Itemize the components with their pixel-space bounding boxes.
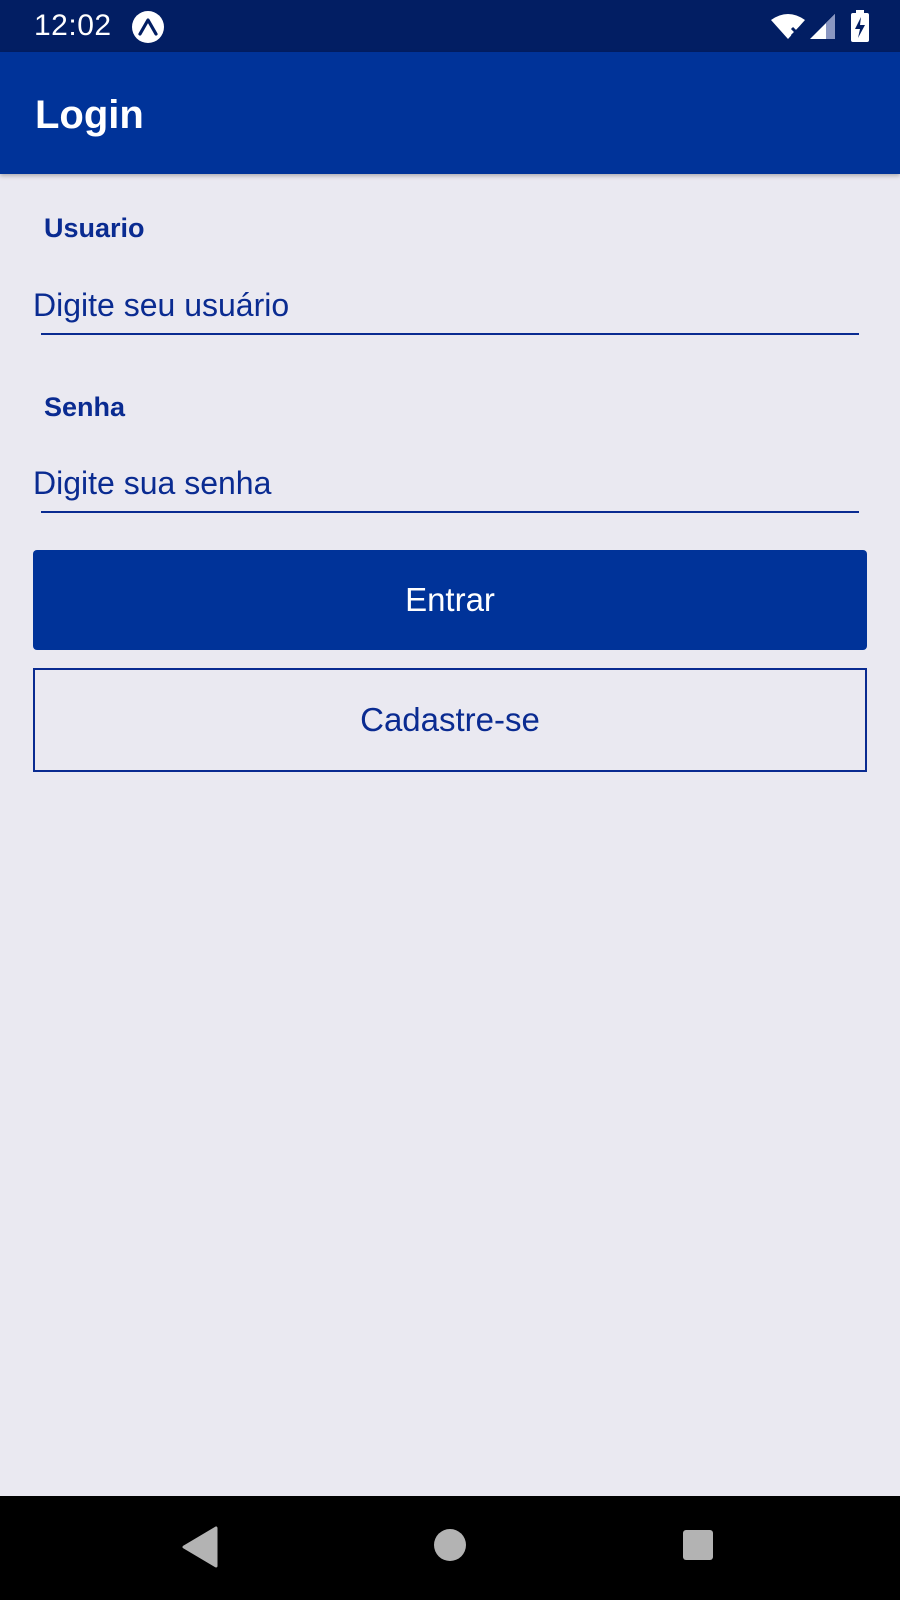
signup-button[interactable]: Cadastre-se: [33, 668, 867, 772]
page-title: Login: [35, 93, 144, 137]
recent-apps-icon[interactable]: [682, 1529, 714, 1561]
home-icon[interactable]: [433, 1528, 467, 1562]
login-button[interactable]: Entrar: [33, 550, 867, 650]
expo-icon: [132, 11, 164, 43]
password-input[interactable]: [33, 453, 859, 513]
password-label: Senha: [44, 392, 126, 422]
battery-charging-icon: [851, 10, 869, 42]
back-icon[interactable]: [180, 1526, 218, 1568]
password-underline: [41, 511, 859, 513]
username-input[interactable]: [33, 275, 859, 335]
app-bar: Login: [0, 52, 900, 174]
username-underline: [41, 333, 859, 335]
login-screen: 12:02 Login Usuario Senha Entrar Cadastr…: [0, 0, 900, 1600]
status-time: 12:02: [34, 9, 112, 42]
status-bar: 12:02: [0, 0, 900, 52]
username-label: Usuario: [44, 213, 145, 243]
signal-icon: [810, 14, 835, 39]
wifi-icon: [771, 14, 805, 39]
navigation-bar: [0, 1496, 900, 1600]
